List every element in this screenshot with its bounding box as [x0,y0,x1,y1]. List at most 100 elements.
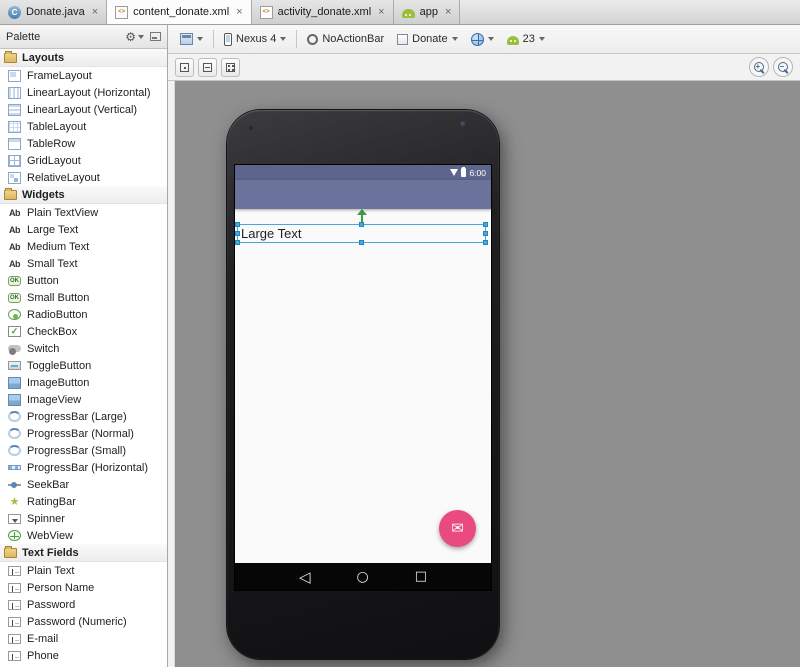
locale-selector[interactable] [468,31,497,48]
palette-item-label: E-mail [27,633,58,645]
palette-section-Widgets[interactable]: Widgets [0,186,167,204]
progress-h-icon [8,465,21,470]
layout-options-button[interactable] [221,58,240,77]
nav-home-icon[interactable]: ○ [357,569,369,585]
palette-item-ToggleButton[interactable]: ToggleButton [0,357,167,374]
palette-item-ProgressBar (Horizontal)[interactable]: ProgressBar (Horizontal) [0,459,167,476]
gear-icon: ⚙ [125,31,136,43]
palette-item-label: RelativeLayout [27,172,100,184]
palette-item-label: RatingBar [27,496,76,508]
palette-item-CheckBox[interactable]: CheckBox [0,323,167,340]
palette-item-label: Button [27,275,59,287]
frame-layout-icon [8,70,21,82]
status-time: 6:00 [469,168,486,178]
toolbar-separator [213,30,214,48]
selection-handle[interactable] [359,240,364,245]
app-bar[interactable] [235,180,491,209]
palette-item-Button[interactable]: OKButton [0,272,167,289]
palette-item-LinearLayout (Vertical)[interactable]: LinearLayout (Vertical) [0,101,167,118]
device-screen[interactable]: 6:00 Large Text [235,165,491,590]
ab-icon: Ab [8,240,21,253]
palette-item-E-mail[interactable]: E-mail [0,630,167,647]
selection-handle[interactable] [235,231,240,236]
palette-item-Plain TextView[interactable]: AbPlain TextView [0,204,167,221]
zoom-out-button[interactable]: − [773,57,793,77]
palette-item-Small Button[interactable]: OKSmall Button [0,289,167,306]
tab-label: Donate.java [26,6,85,18]
palette-section-Layouts[interactable]: Layouts [0,49,167,67]
palette-item-ProgressBar (Normal)[interactable]: ProgressBar (Normal) [0,425,167,442]
close-icon[interactable]: × [236,6,242,18]
palette-item-Large Text[interactable]: AbLarge Text [0,221,167,238]
render-options-button[interactable] [177,31,206,47]
palette-item-label: ProgressBar (Normal) [27,428,134,440]
palette-item-Switch[interactable]: Switch [0,340,167,357]
toggle-icon [8,361,21,370]
palette-item-Password (Numeric)[interactable]: Password (Numeric) [0,613,167,630]
palette-item-ImageButton[interactable]: ImageButton [0,374,167,391]
selection-handle[interactable] [359,222,364,227]
palette-item-ProgressBar (Large)[interactable]: ProgressBar (Large) [0,408,167,425]
close-icon[interactable]: × [378,6,384,18]
image-icon [8,377,21,389]
palette-item-Person Name[interactable]: Person Name [0,579,167,596]
tab-content_donate.xml[interactable]: content_donate.xml× [107,0,251,24]
palette-item-ImageView[interactable]: ImageView [0,391,167,408]
selection-handle[interactable] [235,240,240,245]
progress-icon [8,428,21,439]
palette-item-LinearLayout (Horizontal)[interactable]: LinearLayout (Horizontal) [0,84,167,101]
tab-activity_donate.xml[interactable]: activity_donate.xml× [252,0,394,24]
close-icon[interactable]: × [92,6,98,18]
theme-selector[interactable]: NoActionBar [304,31,387,47]
palette-item-label: TableRow [27,138,75,150]
selection-handle[interactable] [483,222,488,227]
fab-button[interactable]: ✉ [439,510,476,547]
selection-handle[interactable] [235,222,240,227]
palette-item-Small Text[interactable]: AbSmall Text [0,255,167,272]
reset-zoom-button[interactable] [198,58,217,77]
activity-selector[interactable]: Donate [394,31,460,47]
tab-app[interactable]: app× [394,0,461,24]
selected-textview[interactable]: Large Text [237,224,486,243]
close-icon[interactable]: × [445,6,451,18]
android-icon [507,36,519,45]
api-level-label: 23 [523,33,535,45]
palette-item-Phone[interactable]: Phone [0,647,167,664]
palette-item-label: ToggleButton [27,360,91,372]
palette-item-FrameLayout[interactable]: FrameLayout [0,67,167,84]
palette-section-Text Fields[interactable]: Text Fields [0,544,167,562]
tab-Donate.java[interactable]: CDonate.java× [0,0,107,24]
api-version-selector[interactable]: 23 [504,31,548,47]
palette-item-ProgressBar (Small)[interactable]: ProgressBar (Small) [0,442,167,459]
palette-item-RelativeLayout[interactable]: RelativeLayout [0,169,167,186]
palette-item-Medium Text[interactable]: AbMedium Text [0,238,167,255]
palette-item-RatingBar[interactable]: ★RatingBar [0,493,167,510]
palette-item-Password[interactable]: Password [0,596,167,613]
nav-recents-icon[interactable]: □ [415,569,427,584]
selection-handle[interactable] [483,231,488,236]
nav-back-icon[interactable]: ◁ [299,568,311,586]
palette-settings-button[interactable]: ⚙ [125,31,144,43]
palette-item-Spinner[interactable]: Spinner [0,510,167,527]
palette-item-label: SeekBar [27,479,69,491]
palette-item-label: WebView [27,530,73,542]
zoom-to-fit-button[interactable] [175,58,194,77]
ab-icon: Ab [8,257,21,270]
selection-handle[interactable] [483,240,488,245]
palette-item-GridLayout[interactable]: GridLayout [0,152,167,169]
palette-item-TableLayout[interactable]: TableLayout [0,118,167,135]
textfield-icon [8,634,21,644]
zoom-in-button[interactable]: + [749,57,769,77]
palette-item-RadioButton[interactable]: RadioButton [0,306,167,323]
palette-item-TableRow[interactable]: TableRow [0,135,167,152]
palette-item-WebView[interactable]: WebView [0,527,167,544]
palette-item-SeekBar[interactable]: SeekBar [0,476,167,493]
grid-layout-icon [8,155,21,167]
device-selector[interactable]: Nexus 4 [221,31,289,48]
hide-panel-icon[interactable] [150,32,161,41]
chevron-down-icon [452,37,458,41]
content-area[interactable]: Large Text [235,209,491,563]
palette-item-Plain Text[interactable]: Plain Text [0,562,167,579]
ok-icon: OK [8,293,21,303]
design-canvas[interactable]: 6:00 Large Text [175,81,800,667]
